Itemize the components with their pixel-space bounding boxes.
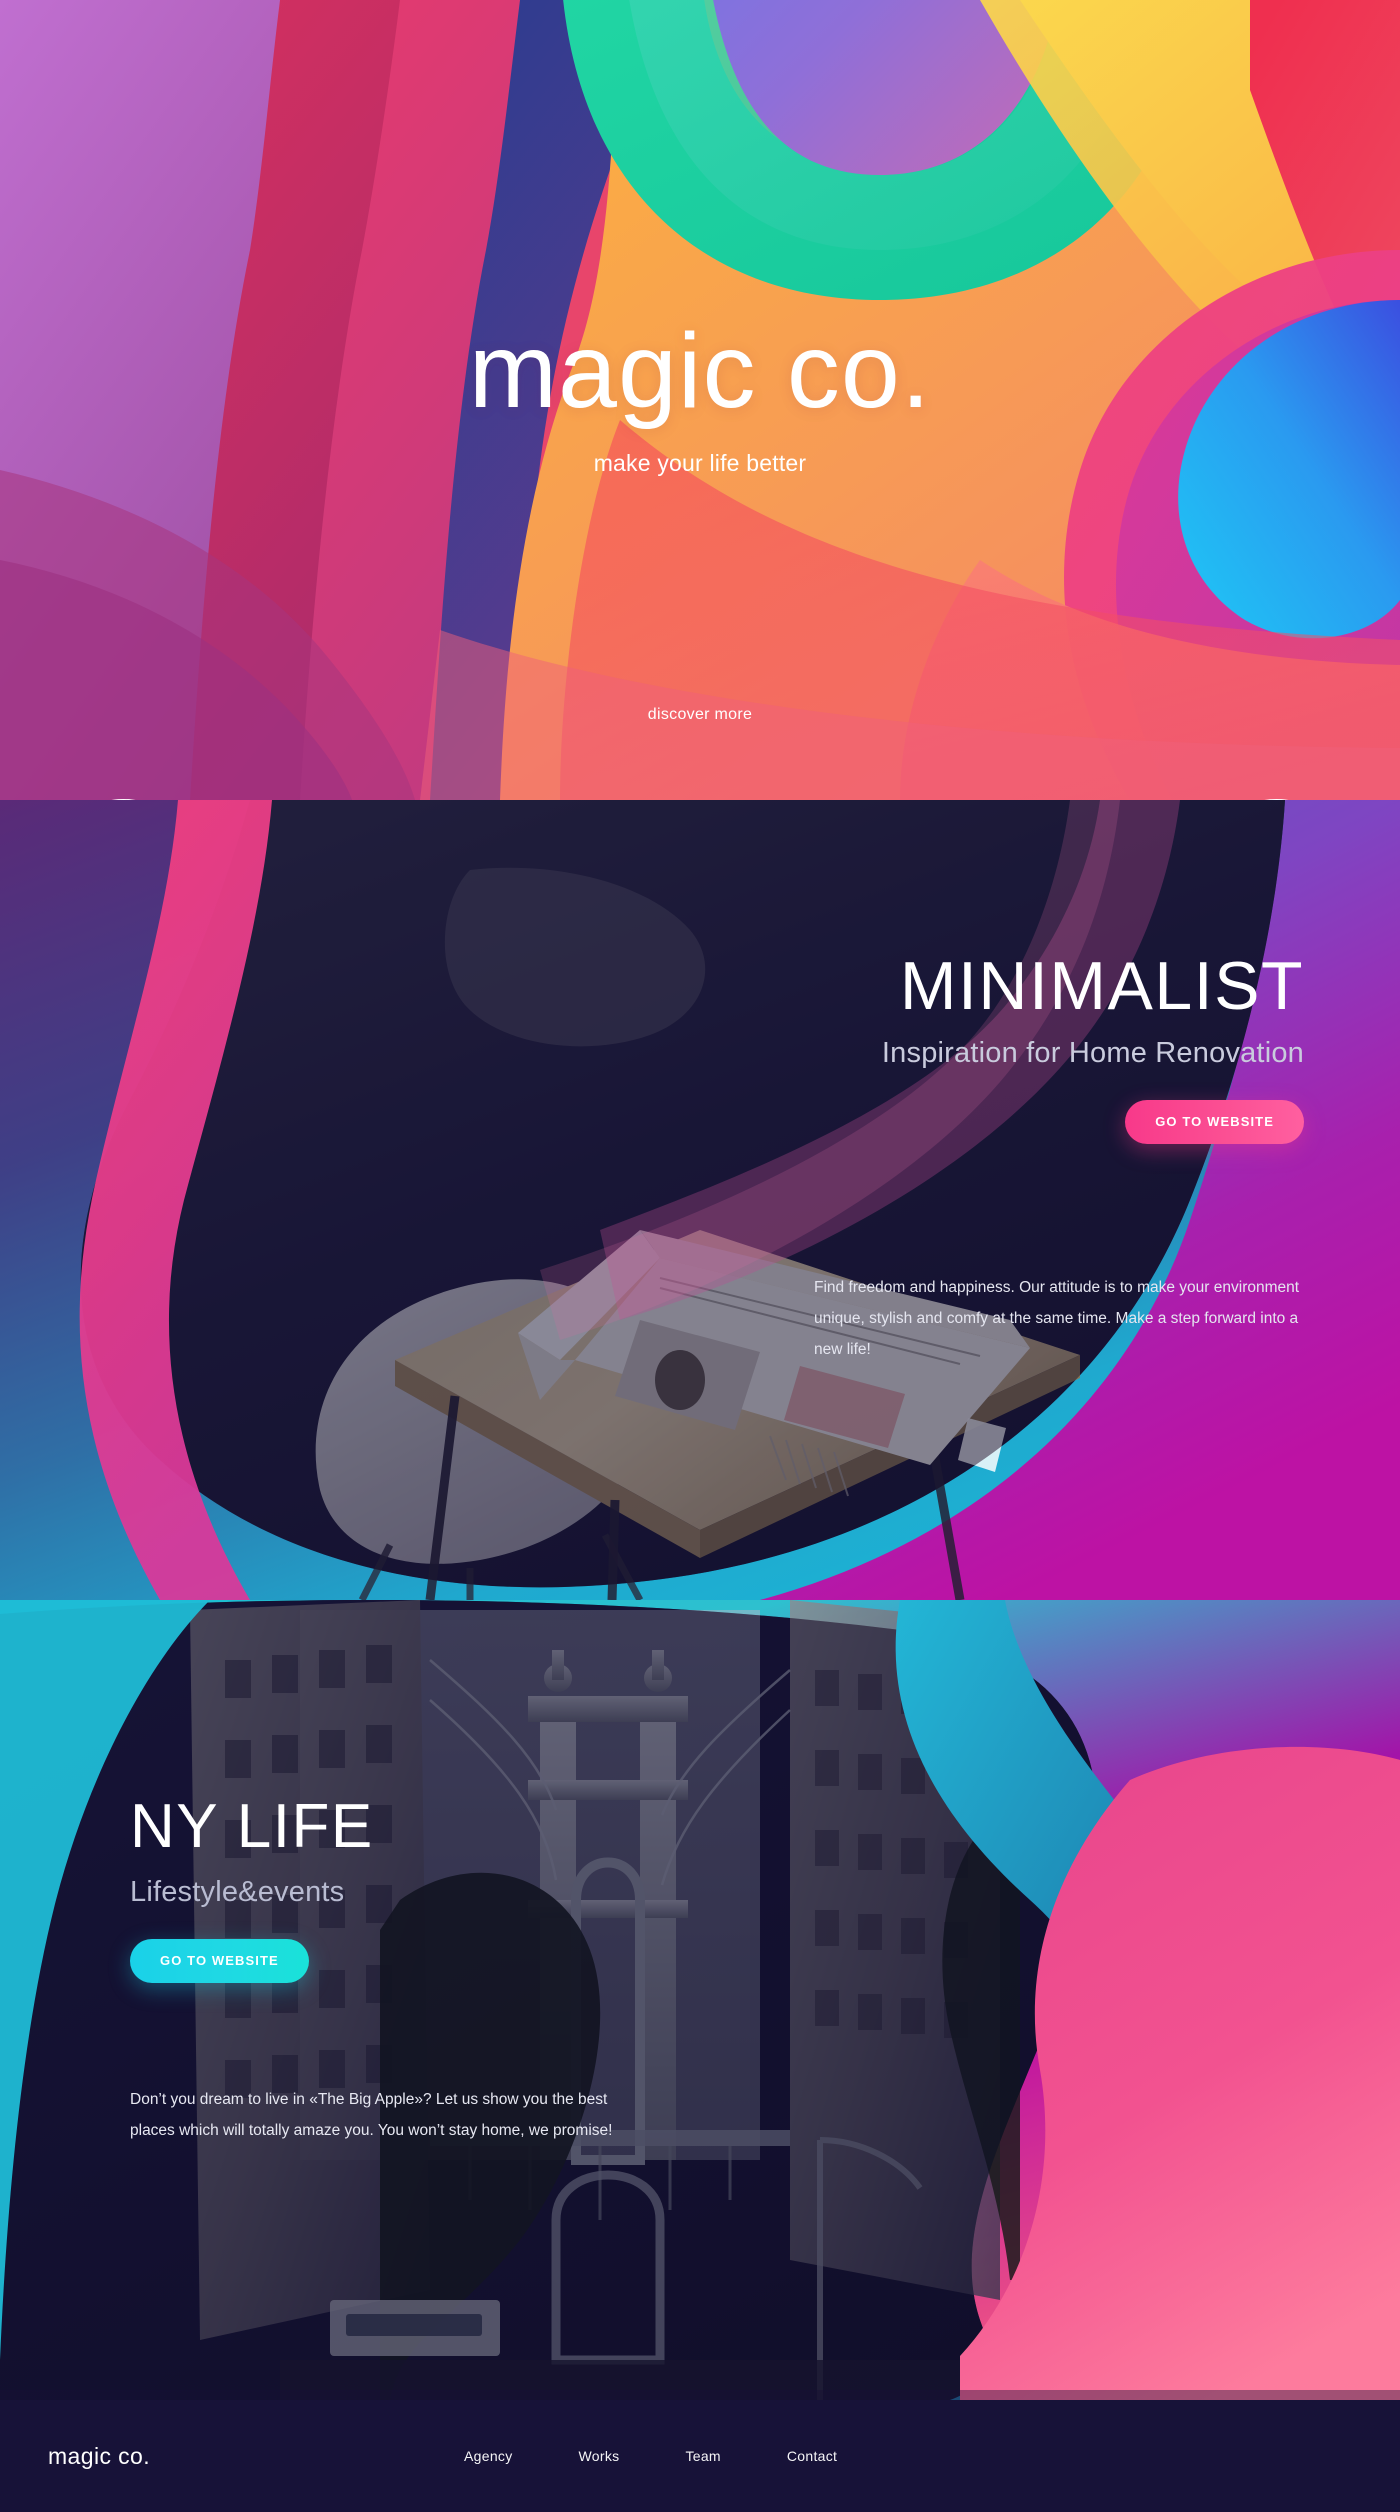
ny-life-title: NY LIFE	[130, 1792, 374, 1861]
footer-link-team[interactable]: Team	[685, 2448, 720, 2464]
footer-link-contact[interactable]: Contact	[787, 2448, 837, 2464]
hero-title: magic co.	[468, 312, 932, 430]
discover-more[interactable]: discover more	[0, 706, 1400, 800]
minimalist-title: MINIMALIST	[899, 948, 1304, 1024]
section-minimalist: magic co. Agency Works Team Contact	[0, 800, 1400, 1600]
ny-life-paragraph: Don’t you dream to live in «The Big Appl…	[130, 2091, 613, 2139]
footer-link-works[interactable]: Works	[579, 2448, 620, 2464]
section-ny-life: magic co. Agency Works Team Contact	[0, 1600, 1400, 2400]
ny-life-subtitle: Lifestyle&events	[130, 1876, 345, 1909]
ny-life-cta-button[interactable]: GO TO WEBSITE	[130, 1939, 309, 1984]
footer-links: Agency Works Team Contact	[464, 2448, 903, 2464]
minimalist-cta-button[interactable]: GO TO WEBSITE	[1125, 1100, 1304, 1145]
landing-page: magic co. make your life better discover…	[0, 0, 1400, 2512]
minimalist-subtitle: Inspiration for Home Renovation	[881, 1037, 1304, 1070]
ny-life-content: NY LIFE Lifestyle&events GO TO WEBSITE	[130, 1792, 770, 1984]
hero-text-block: magic co. make your life better	[0, 0, 1400, 800]
minimalist-content: MINIMALIST Inspiration for Home Renovati…	[664, 948, 1304, 1145]
hero-tagline: make your life better	[593, 450, 807, 476]
ny-life-artwork	[0, 1600, 1400, 2400]
hero-section: magic co. make your life better discover…	[0, 0, 1400, 800]
minimalist-paragraph: Find freedom and happiness. Our attitude…	[814, 1279, 1300, 1358]
footer: magic co. Agency Works Team Contact	[0, 2400, 1400, 2512]
chevron-down-icon[interactable]	[0, 716, 1400, 800]
footer-logo[interactable]: magic co.	[48, 2443, 150, 2470]
footer-link-agency[interactable]: Agency	[464, 2448, 513, 2464]
minimalist-artwork	[79, 800, 1400, 1600]
